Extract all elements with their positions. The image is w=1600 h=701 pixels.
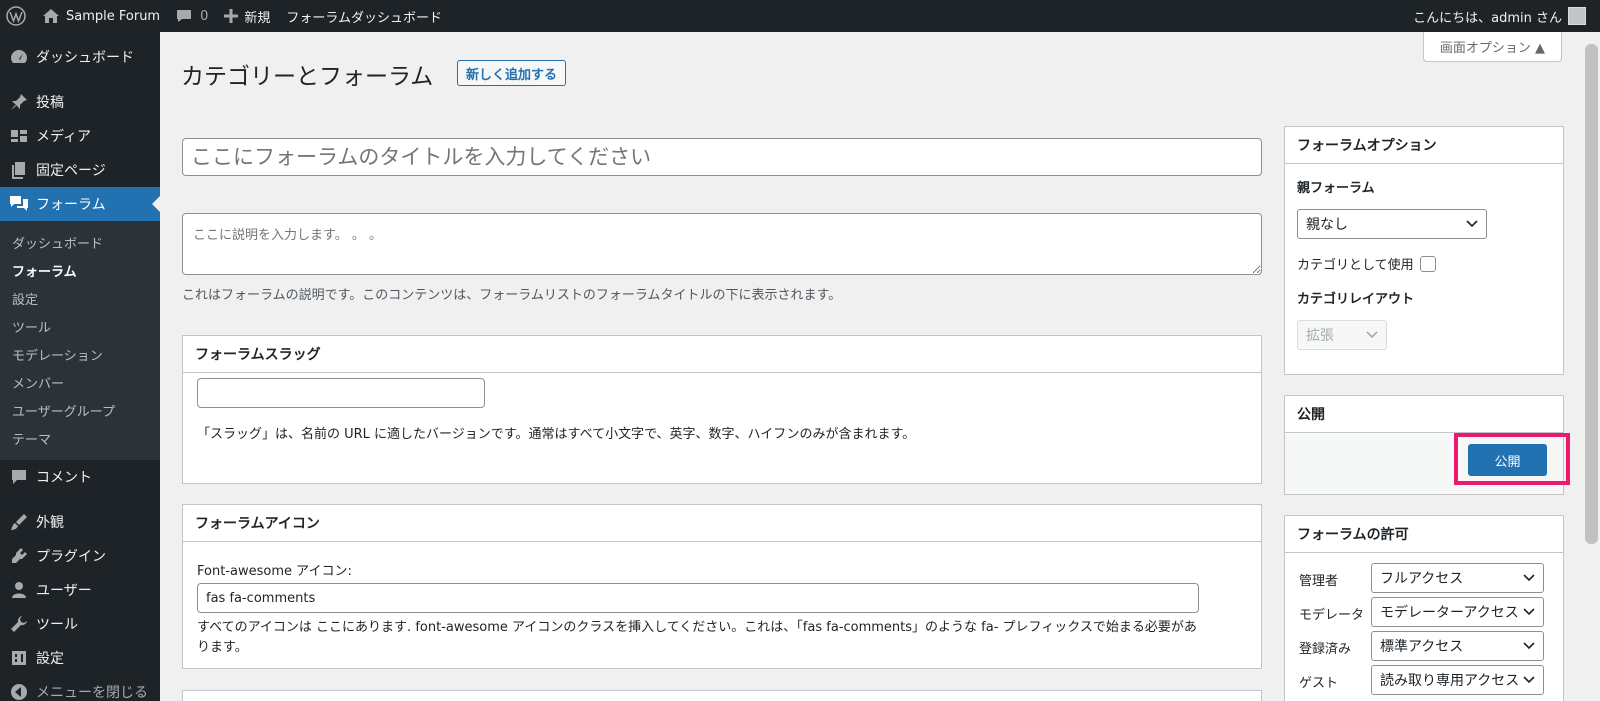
submenu-moderation[interactable]: モデレーション (0, 340, 160, 368)
home-icon (43, 9, 59, 23)
permissions-box-title: フォーラムの許可 (1285, 516, 1563, 553)
page-scrollbar[interactable] (1583, 32, 1600, 701)
scrollbar-thumb[interactable] (1585, 44, 1598, 544)
page-title: カテゴリーとフォーラム (181, 64, 434, 90)
menu-item-collapse[interactable]: メニューを閉じる (0, 675, 160, 701)
menu-item-appearance[interactable]: 外観 (0, 505, 160, 539)
comments-count: 0 (200, 8, 209, 24)
icon-box-title: フォーラムアイコン (183, 505, 1261, 542)
perm-select-moderator[interactable]: モデレーターアクセス (1371, 597, 1544, 627)
description-help: これはフォーラムの説明です。このコンテンツは、フォーラムリストのフォーラムタイト… (182, 288, 842, 303)
site-name-link[interactable]: Sample Forum (34, 0, 168, 32)
plus-icon (224, 9, 239, 23)
chevron-down-icon (1523, 608, 1535, 616)
pin-icon (9, 92, 29, 112)
submenu-forums[interactable]: フォーラム (0, 256, 160, 284)
icon-field-label: Font-awesome アイコン: (197, 564, 352, 579)
chevron-down-icon (1523, 574, 1535, 582)
menu-item-users[interactable]: ユーザー (0, 573, 160, 607)
forum-slug-box: フォーラムスラッグ 「スラッグ」は、名前の URL に適したバージョンです。通常… (182, 335, 1262, 484)
screen-options-button[interactable]: 画面オプション ▲ (1423, 32, 1562, 62)
menu-item-dashboard[interactable]: ダッシュボード (0, 40, 160, 74)
category-layout-select[interactable]: 拡張 (1297, 320, 1387, 350)
forums-submenu: ダッシュボード フォーラム 設定 ツール モデレーション メンバー ユーザーグル… (0, 221, 160, 460)
slug-help: 「スラッグ」は、名前の URL に適したバージョンです。通常はすべて小文字で、英… (197, 427, 916, 442)
next-postbox (182, 690, 1262, 701)
chevron-down-icon (1523, 676, 1535, 684)
menu-item-posts[interactable]: 投稿 (0, 85, 160, 119)
menu-item-forums[interactable]: フォーラム (0, 187, 160, 221)
media-icon (9, 126, 29, 146)
submenu-dashboard[interactable]: ダッシュボード (0, 228, 160, 256)
admin-sidebar: ダッシュボード 投稿 メディア 固定ページ フォーラム ダッシュボード フォーラ… (0, 32, 160, 701)
user-icon (9, 580, 29, 600)
perm-role-label: 登録済み (1299, 642, 1352, 657)
chevron-down-icon (1366, 331, 1378, 339)
menu-item-tools[interactable]: ツール (0, 607, 160, 641)
submenu-themes[interactable]: テーマ (0, 424, 160, 452)
options-box-title: フォーラムオプション (1285, 127, 1563, 164)
icon-class-input[interactable]: fas fa-comments (197, 583, 1199, 613)
perm-select-registered[interactable]: 標準アクセス (1371, 631, 1544, 661)
wrench-icon (9, 614, 29, 634)
comment-icon (9, 467, 29, 487)
chevron-down-icon (1466, 220, 1478, 228)
site-name: Sample Forum (66, 8, 161, 24)
perm-select-guest[interactable]: 読み取り専用アクセス (1371, 665, 1544, 695)
icon-help: すべてのアイコンは ここにあります. font-awesome アイコンのクラス… (197, 620, 1197, 655)
use-as-category-row: カテゴリとして使用 (1297, 254, 1436, 273)
add-new-button[interactable]: 新しく追加する (457, 60, 567, 86)
forum-options-box: フォーラムオプション 親フォーラム 親なし カテゴリとして使用 カテゴリレイアウ… (1284, 126, 1564, 375)
chevron-down-icon (1523, 642, 1535, 650)
comment-bubble-icon (177, 10, 192, 22)
page-icon (9, 160, 29, 180)
brush-icon (9, 512, 29, 532)
menu-item-media[interactable]: メディア (0, 119, 160, 153)
comments-link[interactable]: 0 (168, 0, 216, 32)
new-label: 新規 (244, 10, 271, 26)
forum-icon-box: フォーラムアイコン Font-awesome アイコン: fas fa-comm… (182, 504, 1262, 669)
wordpress-logo-icon[interactable] (0, 0, 34, 32)
forum-description-input[interactable] (182, 213, 1262, 275)
plugin-icon (9, 546, 29, 566)
perm-role-label: 管理者 (1299, 574, 1339, 589)
submenu-tools[interactable]: ツール (0, 312, 160, 340)
category-layout-label: カテゴリレイアウト (1297, 292, 1415, 307)
menu-item-pages[interactable]: 固定ページ (0, 153, 160, 187)
submenu-members[interactable]: メンバー (0, 368, 160, 396)
menu-item-settings[interactable]: 設定 (0, 641, 160, 675)
perm-role-label: モデレータ (1299, 608, 1365, 623)
admin-bar: Sample Forum 0 新規 フォーラムダッシュボード こんにちは、adm… (0, 0, 1600, 32)
avatar (1568, 7, 1586, 25)
parent-forum-select[interactable]: 親なし (1297, 209, 1487, 239)
use-as-category-checkbox[interactable] (1419, 255, 1436, 272)
publish-button-highlight (1454, 433, 1570, 485)
collapse-icon (9, 682, 29, 701)
submenu-user-groups[interactable]: ユーザーグループ (0, 396, 160, 424)
use-as-category-label: カテゴリとして使用 (1297, 258, 1414, 273)
publish-box-title: 公開 (1285, 396, 1563, 433)
parent-forum-label: 親フォーラム (1297, 181, 1375, 196)
forum-dashboard-link[interactable]: フォーラムダッシュボード (278, 0, 450, 32)
settings-icon (9, 648, 29, 668)
perm-role-label: ゲスト (1299, 676, 1339, 691)
submenu-settings[interactable]: 設定 (0, 284, 160, 312)
forum-title-input[interactable] (182, 138, 1262, 176)
slug-input[interactable] (197, 378, 485, 408)
forum-icon (9, 194, 29, 214)
dashboard-icon (9, 47, 29, 67)
menu-item-plugins[interactable]: プラグイン (0, 539, 160, 573)
account-menu[interactable]: こんにちは、admin さん (1413, 7, 1600, 26)
new-content-link[interactable]: 新規 (216, 0, 278, 32)
slug-box-title: フォーラムスラッグ (183, 336, 1261, 373)
perm-select-admin[interactable]: フルアクセス (1371, 563, 1544, 593)
greeting: こんにちは、admin さん (1413, 10, 1562, 26)
menu-item-comments[interactable]: コメント (0, 460, 160, 494)
forum-permissions-box: フォーラムの許可 管理者 フルアクセス モデレータ モデレーターアクセス 登録済… (1284, 515, 1564, 701)
